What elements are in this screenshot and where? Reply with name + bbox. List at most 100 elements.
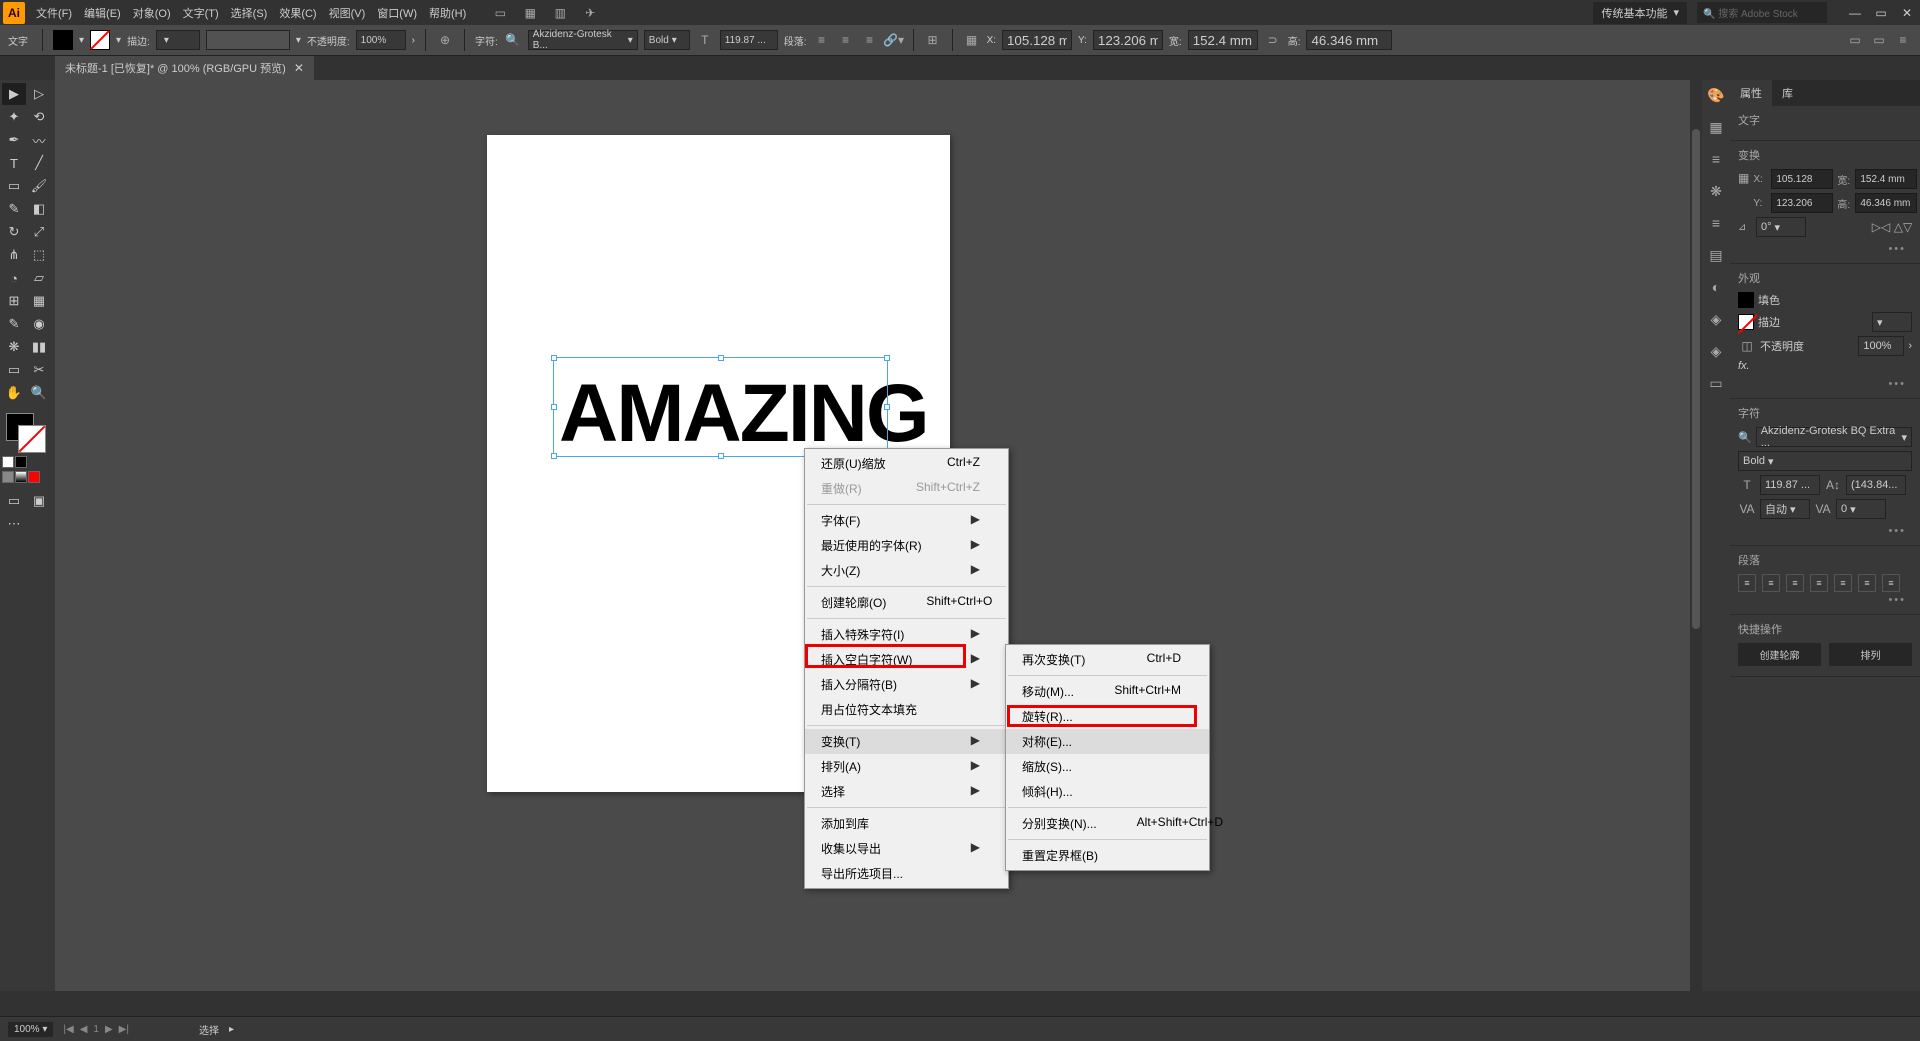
panel-menu-icon[interactable]: ≡ — [1894, 31, 1912, 49]
gradient-tool[interactable]: ▦ — [27, 290, 51, 312]
arrange-icon[interactable]: ▦ — [521, 4, 539, 22]
panel-opacity[interactable]: 100% — [1858, 336, 1904, 356]
ctx-item[interactable]: 创建轮廓(O)Shift+Ctrl+O — [805, 590, 1008, 615]
angle-input[interactable]: 0°▾ — [1756, 217, 1806, 237]
ctx-item[interactable]: 插入分隔符(B)▶ — [805, 672, 1008, 697]
cloud-icon[interactable]: ▭ — [491, 4, 509, 22]
search-input[interactable]: 🔍 搜索 Adobe Stock — [1697, 2, 1827, 23]
ctx-item[interactable]: 导出所选项目... — [805, 861, 1008, 886]
panel-kerning[interactable]: 自动▾ — [1760, 499, 1810, 519]
transparency-panel-icon[interactable]: ◐ — [1707, 278, 1725, 296]
para-just-l[interactable]: ≡ — [1810, 574, 1828, 592]
panel-icon-1[interactable]: ▭ — [1846, 31, 1864, 49]
ref-point-icon[interactable]: ▦ — [1738, 169, 1749, 187]
link-icon[interactable]: 🔗▾ — [885, 31, 903, 49]
menu-type[interactable]: 文字(T) — [178, 2, 224, 24]
layers-panel-icon[interactable]: ◈ — [1707, 342, 1725, 360]
screen-mode-2[interactable]: ▣ — [27, 490, 51, 512]
fx-label[interactable]: fx. — [1738, 360, 1750, 372]
x-input[interactable] — [1002, 30, 1072, 50]
ctx-item[interactable]: 分别变换(N)...Alt+Shift+Ctrl+D — [1006, 811, 1209, 836]
symbol-sprayer-tool[interactable]: ❋ — [2, 336, 26, 358]
menu-help[interactable]: 帮助(H) — [424, 2, 471, 24]
restore-button[interactable]: ▭ — [1871, 6, 1891, 20]
menu-file[interactable]: 文件(F) — [31, 2, 77, 24]
more-options-2[interactable]: ••• — [1738, 376, 1912, 392]
more-options-3[interactable]: ••• — [1738, 523, 1912, 539]
rectangle-tool[interactable]: ▭ — [2, 175, 26, 197]
more-options[interactable]: ••• — [1738, 241, 1912, 257]
prev-artboard[interactable]: ◀ — [80, 1024, 88, 1035]
first-artboard[interactable]: |◀ — [63, 1024, 73, 1035]
gpu-icon[interactable]: ▥ — [551, 4, 569, 22]
close-tab-icon[interactable]: ✕ — [294, 61, 304, 75]
slice-tool[interactable]: ✂ — [27, 359, 51, 381]
stroke-panel-icon[interactable]: ≡ — [1707, 214, 1725, 232]
y-input[interactable] — [1093, 30, 1163, 50]
ctx-item[interactable]: 插入特殊字符(I)▶ — [805, 622, 1008, 647]
ctx-item[interactable]: 插入空白字符(W)▶ — [805, 647, 1008, 672]
share-icon[interactable]: ✈ — [581, 4, 599, 22]
fill-swatch[interactable] — [53, 30, 73, 50]
blend-tool[interactable]: ◉ — [27, 313, 51, 335]
zoom-level[interactable]: 100% ▾ — [8, 1022, 53, 1037]
ctx-item[interactable]: 排列(A)▶ — [805, 754, 1008, 779]
lock-wh-icon[interactable]: ⊃ — [1264, 31, 1282, 49]
direct-selection-tool[interactable]: ▷ — [27, 83, 51, 105]
line-tool[interactable]: ╱ — [27, 152, 51, 174]
opacity-input[interactable]: 100% — [356, 30, 406, 50]
para-align-c[interactable]: ≡ — [1762, 574, 1780, 592]
panel-stroke-weight[interactable]: ▾ — [1872, 312, 1912, 332]
perspective-tool[interactable]: ▱ — [27, 267, 51, 289]
para-align-r[interactable]: ≡ — [1786, 574, 1804, 592]
color-mode-5[interactable] — [28, 471, 40, 483]
document-tab[interactable]: 未标题-1 [已恢复]* @ 100% (RGB/GPU 预览) ✕ — [55, 56, 314, 80]
type-tool[interactable]: T — [2, 152, 26, 174]
ctx-item[interactable]: 收集以导出▶ — [805, 836, 1008, 861]
align-right-icon[interactable]: ≡ — [861, 31, 879, 49]
arrange-button[interactable]: 排列 — [1829, 643, 1912, 666]
last-artboard[interactable]: ▶| — [119, 1024, 129, 1035]
ctx-item[interactable]: 旋转(R)... — [1006, 704, 1209, 729]
ctx-item[interactable]: 变换(T)▶ — [805, 729, 1008, 754]
ctx-item[interactable]: 用占位符文本填充 — [805, 697, 1008, 722]
tab-libraries[interactable]: 库 — [1772, 80, 1803, 106]
brushes-panel-icon[interactable]: ≡ — [1707, 150, 1725, 168]
mesh-tool[interactable]: ⊞ — [2, 290, 26, 312]
font-size[interactable]: 119.87 ... — [720, 30, 778, 50]
search-font-icon[interactable]: 🔍 — [504, 31, 522, 49]
vertical-scrollbar[interactable] — [1690, 79, 1702, 1016]
menu-edit[interactable]: 编辑(E) — [79, 2, 126, 24]
selection-tool[interactable]: ▶ — [2, 83, 26, 105]
create-outlines-button[interactable]: 创建轮廓 — [1738, 643, 1821, 666]
font-weight[interactable]: Bold▾ — [644, 30, 690, 50]
eraser-tool[interactable]: ◧ — [27, 198, 51, 220]
font-family[interactable]: Akzidenz-Grotesk B...▾ — [528, 30, 638, 50]
menu-view[interactable]: 视图(V) — [324, 2, 371, 24]
screen-mode-1[interactable]: ▭ — [2, 490, 26, 512]
stroke-swatch[interactable] — [90, 30, 110, 50]
artboard-tool[interactable]: ▭ — [2, 359, 26, 381]
transform-ref-icon[interactable]: ▦ — [963, 31, 981, 49]
ctx-item[interactable]: 重置定界框(B) — [1006, 843, 1209, 868]
graph-tool[interactable]: ▮▮ — [27, 336, 51, 358]
align-left-icon[interactable]: ≡ — [813, 31, 831, 49]
ctx-item[interactable]: 还原(U)缩放Ctrl+Z — [805, 451, 1008, 476]
para-just-c[interactable]: ≡ — [1834, 574, 1852, 592]
tab-properties[interactable]: 属性 — [1730, 80, 1772, 106]
appearance-panel-icon[interactable]: ◈ — [1707, 310, 1725, 328]
panel-tracking[interactable]: 0▾ — [1836, 499, 1886, 519]
paintbrush-tool[interactable]: 🖌 — [27, 175, 51, 197]
panel-leading[interactable]: (143.84... — [1846, 475, 1906, 495]
shape-builder-tool[interactable]: ◔ — [2, 267, 26, 289]
ctx-item[interactable]: 字体(F)▶ — [805, 508, 1008, 533]
panel-icon-2[interactable]: ▭ — [1870, 31, 1888, 49]
width-tool[interactable]: ⋔ — [2, 244, 26, 266]
flip-h-icon[interactable]: ▷◁ — [1872, 218, 1890, 236]
ctx-item[interactable]: 添加到库 — [805, 811, 1008, 836]
h-input[interactable] — [1306, 30, 1392, 50]
color-mode-3[interactable] — [2, 471, 14, 483]
zoom-tool[interactable]: 🔍 — [27, 382, 51, 404]
close-button[interactable]: ✕ — [1897, 6, 1917, 20]
menu-select[interactable]: 选择(S) — [226, 2, 273, 24]
